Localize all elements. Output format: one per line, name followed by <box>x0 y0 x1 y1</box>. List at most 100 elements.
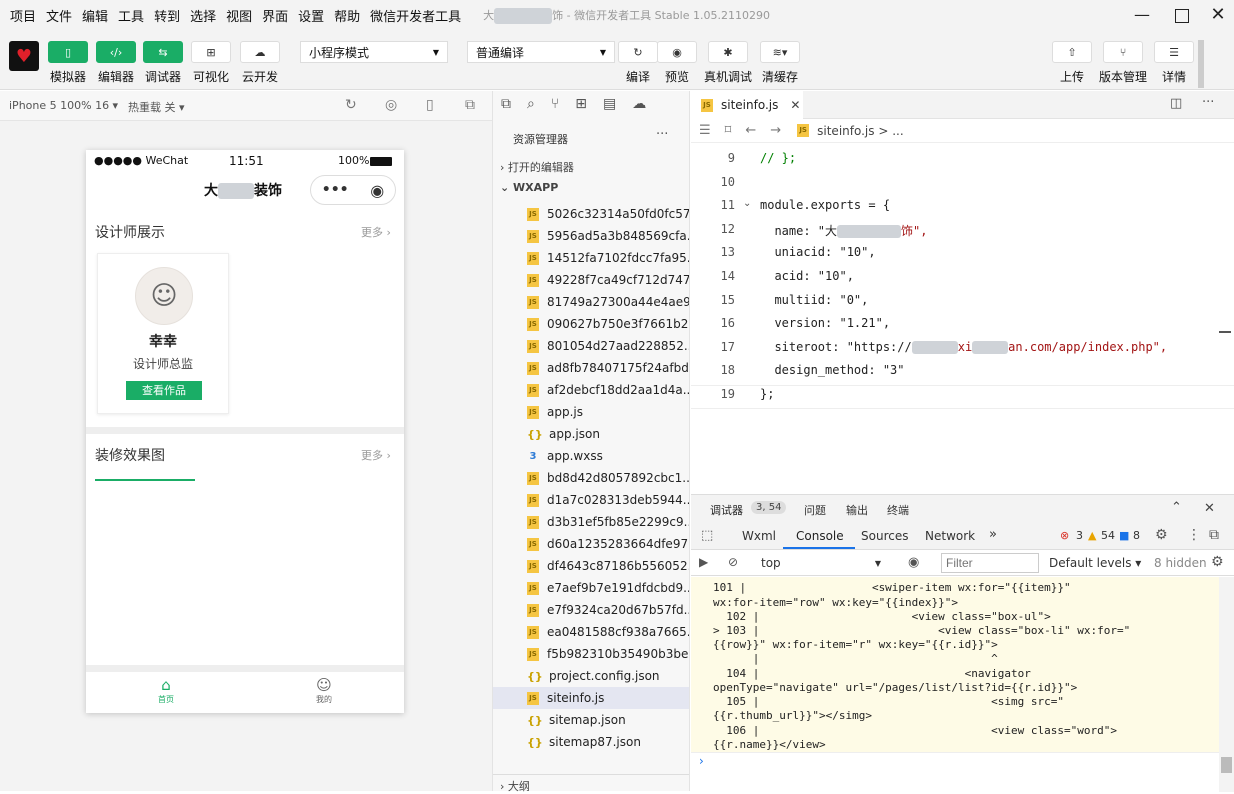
split-editor-icon[interactable]: ◫ <box>1170 96 1182 111</box>
stop-icon[interactable]: ◎ <box>385 97 397 113</box>
menu-item-project[interactable]: 项目 <box>10 6 36 25</box>
panel-icon[interactable]: ▤ <box>603 96 632 112</box>
menu-item-file[interactable]: 文件 <box>46 6 72 25</box>
file-row[interactable]: JS d3b31ef5fb85e2299c9... <box>493 511 689 533</box>
code-line[interactable]: siteroot: "https://xi an.com/app/index.ph… <box>760 340 1167 354</box>
file-row[interactable]: JS af2debcf18dd2aa1d4a... <box>493 379 689 401</box>
maximize-icon[interactable] <box>1170 4 1194 26</box>
tab-home[interactable]: ⌂ 首页 <box>144 676 188 705</box>
hot-reload-select[interactable]: 热重载 关 ▾ <box>128 99 185 115</box>
file-row[interactable]: JS 801054d27aad228852... <box>493 335 689 357</box>
real-debug-button[interactable]: ✱ 真机调试 <box>704 41 752 85</box>
menu-item-goto[interactable]: 转到 <box>154 6 180 25</box>
code-line[interactable]: design_method: "3" <box>760 363 904 377</box>
more-link-effects[interactable]: 更多 › <box>361 447 391 463</box>
issues-tab[interactable]: 问题 <box>804 502 826 518</box>
file-row[interactable]: JS 090627b750e3f7661b2... <box>493 313 689 335</box>
minimize-icon[interactable]: — <box>1130 4 1154 26</box>
cloud-button[interactable]: ☁ 云开发 <box>240 41 280 85</box>
debugger-title[interactable]: 调试器 <box>710 502 743 518</box>
code-line[interactable]: version: "1.21", <box>760 316 890 330</box>
menu-item-interface[interactable]: 界面 <box>262 6 288 25</box>
collapse-icon[interactable]: ⌃ <box>1171 500 1182 515</box>
view-works-button[interactable]: 查看作品 <box>126 381 202 400</box>
menu-item-settings[interactable]: 设置 <box>298 6 324 25</box>
outline-section[interactable]: › 大纲 <box>500 778 530 794</box>
visual-button[interactable]: ⊞ 可视化 <box>191 41 231 85</box>
cloud-icon[interactable]: ☁ <box>632 96 662 112</box>
file-row[interactable]: JS e7aef9b7e191dfdcbd9... <box>493 577 689 599</box>
output-tab[interactable]: 输出 <box>846 502 868 518</box>
file-row[interactable]: JS bd8d42d8057892cbc1... <box>493 467 689 489</box>
menu-item-help[interactable]: 帮助 <box>334 6 360 25</box>
more-link-designers[interactable]: 更多 › <box>361 224 391 240</box>
file-row[interactable]: JS ad8fb78407175f24afbd... <box>493 357 689 379</box>
files-icon[interactable]: ⧉ <box>501 96 527 112</box>
menu-item-select[interactable]: 选择 <box>190 6 216 25</box>
file-row[interactable]: JS 14512fa7102fdcc7fa95... <box>493 247 689 269</box>
close-panel-icon[interactable]: ✕ <box>1204 501 1215 516</box>
tab-mine[interactable]: ☺ 我的 <box>302 676 346 705</box>
code-line[interactable]: acid: "10", <box>760 269 853 283</box>
code-line[interactable]: multiid: "0", <box>760 293 868 307</box>
capsule-menu[interactable]: ••• ◉ <box>310 175 396 205</box>
more-dots-icon[interactable]: ••• <box>322 182 349 198</box>
code-line[interactable]: // }; <box>760 151 796 165</box>
log-levels-select[interactable]: Default levels ▾ <box>1049 556 1141 570</box>
file-row[interactable]: {} app.json <box>493 423 689 445</box>
dock-icon[interactable]: ⧉ <box>1209 527 1219 543</box>
close-window-icon[interactable]: ✕ <box>1206 4 1230 26</box>
editor-tab-siteinfo[interactable]: JS siteinfo.js ✕ <box>691 91 803 119</box>
phone-rotate-icon[interactable]: ▯ <box>426 97 434 113</box>
tab-network[interactable]: Network <box>925 529 975 543</box>
file-row[interactable]: JS df4643c87186b556052... <box>493 555 689 577</box>
code-line[interactable]: uniacid: "10", <box>760 245 875 259</box>
fold-chevron-icon[interactable]: ⌄ <box>743 198 751 209</box>
compile-button[interactable]: ↻ 编译 <box>618 41 658 85</box>
file-row[interactable]: JS 5956ad5a3b848569cfa... <box>493 225 689 247</box>
file-row[interactable]: JS ea0481588cf938a7665... <box>493 621 689 643</box>
file-row[interactable]: {} sitemap.json <box>493 709 689 731</box>
popout-icon[interactable]: ⧉ <box>465 97 475 113</box>
tab-sources[interactable]: Sources <box>861 529 908 543</box>
reload-icon[interactable]: ↻ <box>345 97 357 113</box>
menu-item-view[interactable]: 视图 <box>226 6 252 25</box>
context-select[interactable]: top ▼ <box>751 553 891 573</box>
capsule-close-icon[interactable]: ◉ <box>370 181 384 200</box>
editor-more-icon[interactable]: ··· <box>1202 95 1214 110</box>
tab-wxml[interactable]: Wxml <box>742 529 776 543</box>
file-row[interactable]: JS siteinfo.js <box>493 687 689 709</box>
menu-item-devtools[interactable]: 微信开发者工具 <box>370 6 461 25</box>
file-row[interactable]: 3 app.wxss <box>493 445 689 467</box>
code-line[interactable]: module.exports = { <box>760 198 890 212</box>
tab-console[interactable]: Console <box>796 529 844 543</box>
breadcrumb[interactable]: siteinfo.js > ... <box>817 124 904 138</box>
sidebar-toggle-icon[interactable]: ▶ <box>699 555 708 569</box>
designer-card[interactable]: ☺ 幸幸 设计师总监 查看作品 <box>97 253 229 414</box>
file-row[interactable]: {} sitemap87.json <box>493 731 689 753</box>
inspect-icon[interactable]: ⬚ <box>701 528 713 543</box>
settings-gear-icon[interactable]: ⚙ <box>1155 527 1168 543</box>
eye-icon[interactable]: ◉ <box>908 555 919 570</box>
toolbar-scrollbar[interactable] <box>1198 40 1204 88</box>
preview-button[interactable]: ◉ 预览 <box>657 41 697 85</box>
file-row[interactable]: JS f5b982310b35490b3be... <box>493 643 689 665</box>
info-icon[interactable]: ■ <box>1119 529 1129 542</box>
editor-button[interactable]: ‹/› 编辑器 <box>96 41 136 85</box>
file-row[interactable]: JS app.js <box>493 401 689 423</box>
simulator-button[interactable]: ▯ 模拟器 <box>48 41 88 85</box>
extensions-icon[interactable]: ⊞ <box>575 96 603 112</box>
console-prompt-area[interactable] <box>691 752 1219 792</box>
clear-cache-button[interactable]: ≋▾ 清缓存 <box>760 41 800 85</box>
mode-select[interactable]: 小程序模式 ▼ <box>300 41 448 63</box>
error-icon[interactable]: ⊗ <box>1060 529 1069 542</box>
debugger-button[interactable]: ⇆ 调试器 <box>143 41 183 85</box>
code-line[interactable]: name: "大 饰", <box>760 222 927 239</box>
search-icon[interactable]: ⌕ <box>527 96 551 112</box>
file-row[interactable]: JS 5026c32314a50fd0fc57... <box>493 203 689 225</box>
more-options-icon[interactable]: ··· <box>656 127 668 142</box>
upload-button[interactable]: ⇧ 上传 <box>1052 41 1092 85</box>
open-editors-section[interactable]: › 打开的编辑器 <box>500 159 574 175</box>
file-row[interactable]: JS 81749a27300a44e4ae9... <box>493 291 689 313</box>
kebab-menu-icon[interactable]: ⋮ <box>1187 527 1201 543</box>
